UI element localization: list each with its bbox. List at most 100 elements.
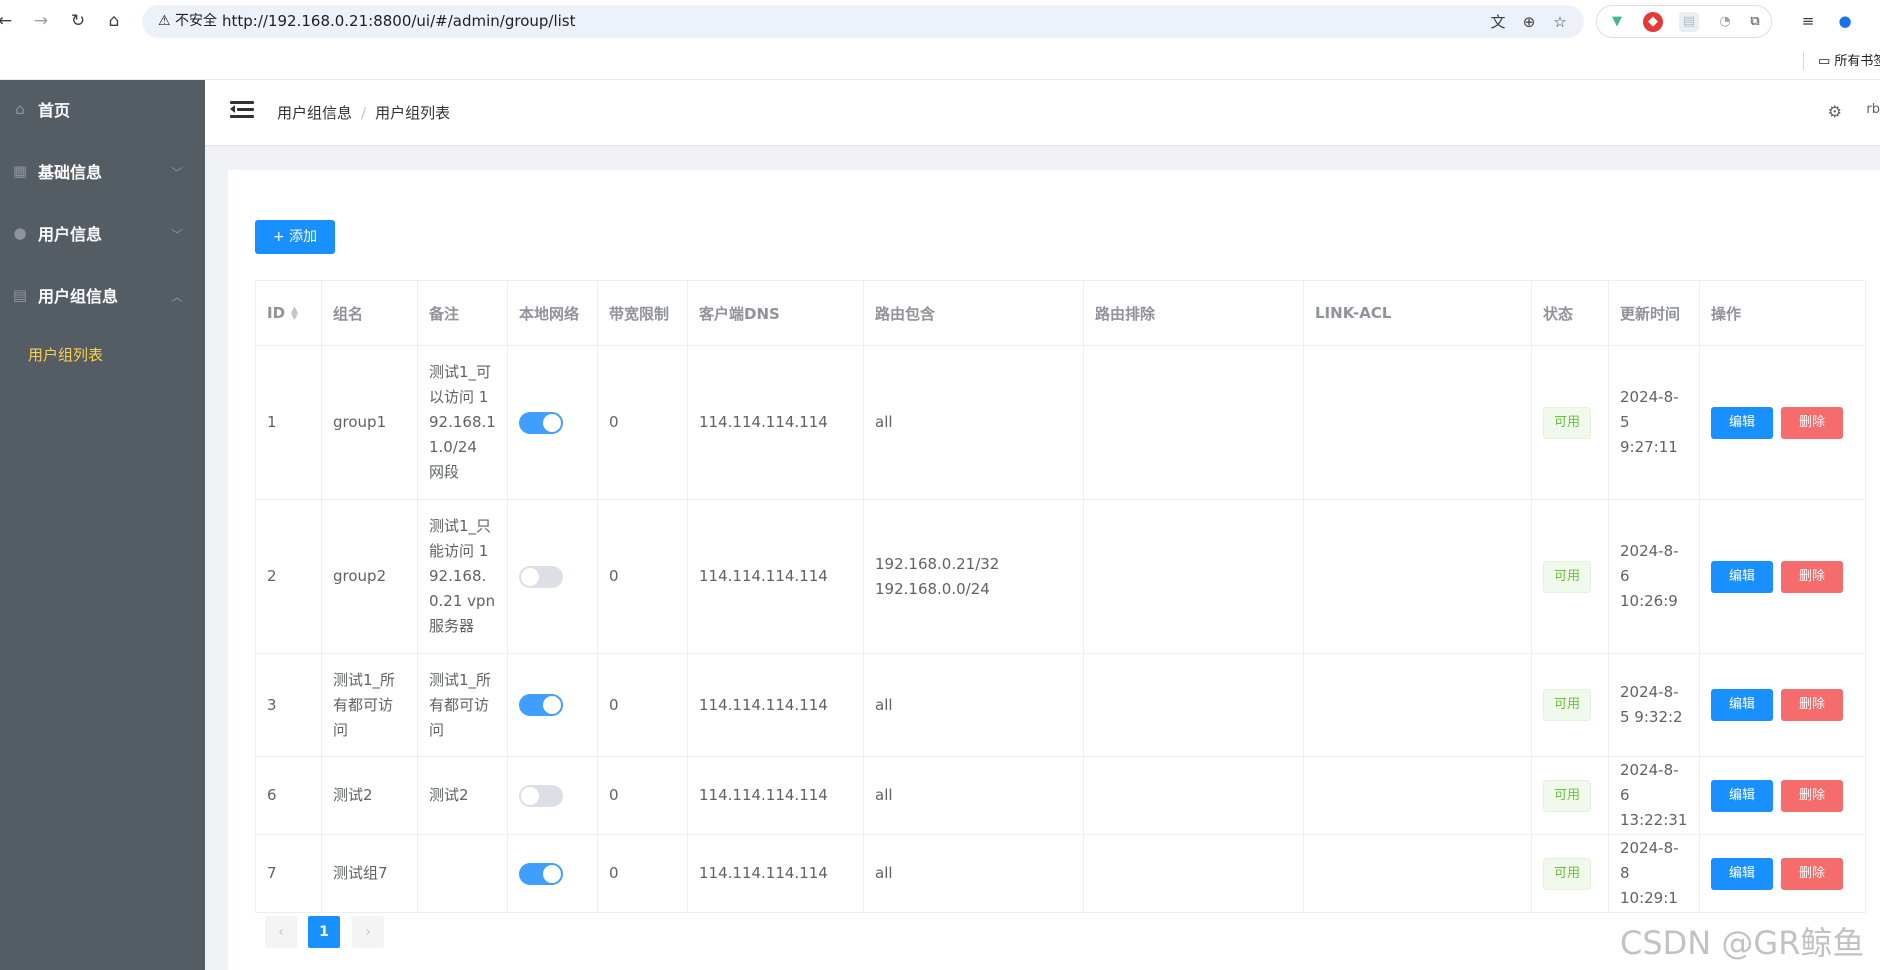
address-bar[interactable]: ⚠ 不安全 http://192.168.0.21:8800/ui/#/admi…: [142, 5, 1584, 38]
page-header: 用户组信息 / 用户组列表 ⚙ rb: [205, 80, 1880, 146]
cell-route-exclude: [1083, 834, 1304, 913]
cell-dns: 114.114.114.114: [687, 834, 864, 913]
column-header: 带宽限制: [597, 280, 688, 346]
table-row: 3 测试1_所有都可访问 测试1_所有都可访问 0 114.114.114.11…: [255, 653, 1866, 757]
bookmark-star-icon[interactable]: ☆: [1550, 12, 1570, 32]
prev-page-button[interactable]: ‹: [265, 916, 297, 948]
zoom-icon[interactable]: ⊕: [1519, 12, 1539, 32]
status-badge: 可用: [1543, 560, 1592, 593]
cell-id: 1: [255, 345, 322, 500]
security-indicator[interactable]: ⚠ 不安全: [150, 11, 225, 32]
sidebar-item-label: 基础信息: [38, 163, 103, 182]
cell-bandwidth: 0: [597, 345, 688, 500]
add-button[interactable]: + 添加: [255, 220, 335, 254]
edit-button[interactable]: 编辑: [1711, 406, 1773, 439]
cell-bandwidth: 0: [597, 499, 688, 654]
sidebar: ⌂ 首页 ▦ 基础信息 ﹀ ● 用户信息 ﹀ ▤ 用户组信息 ︿ 用户组列表: [0, 80, 205, 970]
delete-button[interactable]: 删除: [1781, 779, 1843, 812]
url-text[interactable]: http://192.168.0.21:8800/ui/#/admin/grou…: [222, 5, 575, 38]
clipboard-icon: ▤: [12, 286, 28, 304]
shield-extension-icon[interactable]: ◆: [1643, 12, 1663, 32]
sidebar-item-user-info[interactable]: ● 用户信息 ﹀: [0, 204, 205, 266]
delete-button[interactable]: 删除: [1781, 560, 1843, 593]
cell-route-exclude: [1083, 499, 1304, 654]
cell-route-include: all: [863, 834, 1084, 913]
cell-name: group2: [321, 499, 418, 654]
sidebar-item-basic-info[interactable]: ▦ 基础信息 ﹀: [0, 142, 205, 204]
vue-devtools-icon[interactable]: ▼: [1607, 12, 1627, 32]
cell-route-exclude: [1083, 345, 1304, 500]
cell-route-include: 192.168.0.21/32 192.168.0.0/24: [863, 499, 1084, 654]
cell-id: 7: [255, 834, 322, 913]
cell-id: 3: [255, 653, 322, 757]
edit-button[interactable]: 编辑: [1711, 689, 1773, 721]
column-header: 路由包含: [863, 280, 1084, 346]
cell-link-acl: [1303, 345, 1532, 500]
cell-actions: 编辑 删除: [1699, 834, 1866, 913]
column-header: 路由排除: [1083, 280, 1304, 346]
table-row: 2 group2 测试1_只能访问 192.168.0.21 vpn服务器 0 …: [255, 499, 1866, 654]
table-header-row: ID ▲ ▼ 组名 备注 本地网络 带宽限制 客户端DNS 路由包含 路由排除 LI…: [255, 280, 1866, 346]
status-badge: 可用: [1543, 857, 1592, 890]
cell-name: 测试2: [321, 756, 418, 835]
sidebar-item-group-list[interactable]: 用户组列表: [0, 328, 205, 382]
grid-icon: ▦: [12, 162, 28, 180]
main-content: + 添加 ID ▲ ▼ 组名 备注 本地网络 带宽限制 客户端DNS 路由包含 路由…: [205, 146, 1880, 970]
extension-icon[interactable]: ▤: [1679, 12, 1699, 32]
column-header: 本地网络: [507, 280, 598, 346]
cell-id: 6: [255, 756, 322, 835]
local-net-toggle[interactable]: [519, 694, 563, 716]
user-menu[interactable]: rb: [1866, 102, 1880, 117]
delete-button[interactable]: 删除: [1781, 689, 1843, 721]
cell-local-net: [507, 756, 598, 835]
column-header: 操作: [1699, 280, 1866, 346]
cell-status: 可用: [1531, 756, 1609, 835]
delete-button[interactable]: 删除: [1781, 406, 1843, 439]
extension-clock-icon[interactable]: ◔: [1715, 12, 1735, 32]
next-page-button[interactable]: ›: [352, 916, 384, 948]
table-row: 1 group1 测试1_可以访问 192.168.11.0/24 网段 0 1…: [255, 345, 1866, 500]
sidebar-item-group-info[interactable]: ▤ 用户组信息 ︿: [0, 266, 205, 328]
local-net-toggle[interactable]: [519, 565, 563, 588]
edit-button[interactable]: 编辑: [1711, 560, 1773, 593]
reading-list-icon[interactable]: ≡: [1797, 10, 1819, 32]
cell-note: 测试1_所有都可访问: [417, 653, 508, 757]
cell-link-acl: [1303, 653, 1532, 757]
cell-name: 测试1_所有都可访问: [321, 653, 418, 757]
chevron-up-icon: ︿: [170, 290, 183, 304]
back-icon[interactable]: ←: [0, 10, 16, 32]
cell-updated: 2024-8-5 9:27:11: [1608, 345, 1700, 500]
all-bookmarks-folder[interactable]: ▭ 所有书签: [1818, 50, 1880, 69]
home-icon: ⌂: [15, 100, 25, 118]
cell-actions: 编辑 删除: [1699, 345, 1866, 500]
page-number-button[interactable]: 1: [308, 916, 340, 948]
settings-gear-icon[interactable]: ⚙: [1828, 102, 1842, 121]
collapse-menu-icon[interactable]: [230, 99, 254, 123]
edit-button[interactable]: 编辑: [1711, 779, 1773, 812]
cell-link-acl: [1303, 499, 1532, 654]
reload-icon[interactable]: ↻: [67, 10, 89, 32]
breadcrumb-item[interactable]: 用户组信息: [277, 104, 352, 122]
home-icon[interactable]: ⌂: [103, 10, 125, 32]
local-net-toggle[interactable]: [519, 862, 563, 885]
sidebar-item-home[interactable]: ⌂ 首页: [0, 80, 205, 142]
local-net-toggle[interactable]: [519, 411, 563, 434]
edit-button[interactable]: 编辑: [1711, 857, 1773, 890]
profile-icon[interactable]: ●: [1834, 10, 1856, 32]
translate-icon[interactable]: 文: [1488, 12, 1508, 32]
bookmark-bar: ▭ 所有书签: [0, 42, 1880, 80]
column-header-id[interactable]: ID ▲ ▼: [255, 280, 322, 346]
forward-icon[interactable]: →: [30, 10, 52, 32]
delete-button[interactable]: 删除: [1781, 857, 1843, 890]
puzzle-icon[interactable]: ⧉: [1745, 12, 1765, 32]
cell-status: 可用: [1531, 834, 1609, 913]
column-header: 状态: [1531, 280, 1609, 346]
cell-status: 可用: [1531, 499, 1609, 654]
cell-dns: 114.114.114.114: [687, 345, 864, 500]
column-header: 组名: [321, 280, 418, 346]
folder-icon: ▭: [1818, 54, 1835, 69]
cell-route-include: all: [863, 345, 1084, 500]
status-badge: 可用: [1543, 406, 1592, 439]
local-net-toggle[interactable]: [519, 784, 563, 807]
sort-caret-icon[interactable]: ▲ ▼: [291, 305, 298, 321]
